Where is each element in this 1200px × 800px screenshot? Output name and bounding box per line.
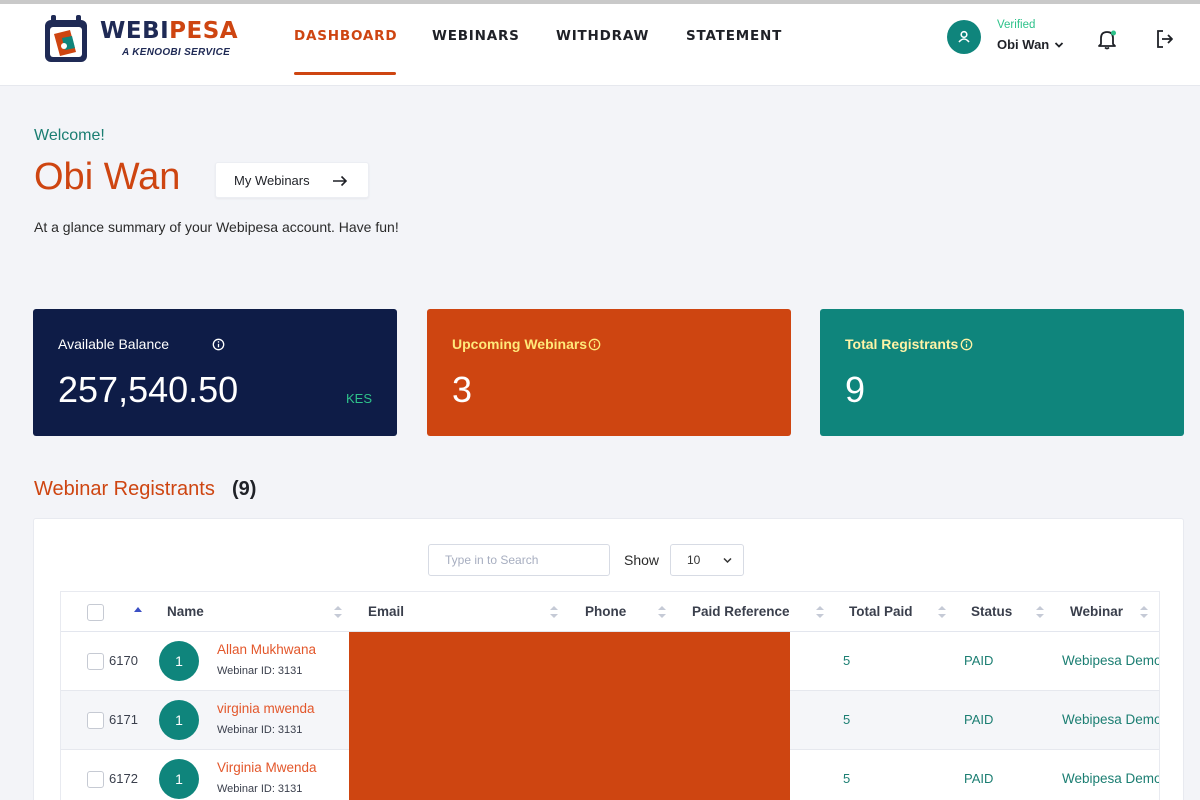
row-id: 6171 (109, 712, 138, 727)
sort-icon[interactable] (1035, 604, 1045, 620)
upcoming-webinars-card: Upcoming Webinars 3 (427, 309, 791, 436)
user-avatar[interactable] (947, 20, 981, 54)
status-badge: PAID (964, 712, 994, 727)
sort-icon[interactable] (657, 604, 667, 620)
my-webinars-label: My Webinars (234, 173, 310, 188)
select-all-checkbox[interactable] (87, 604, 104, 621)
chevron-down-icon[interactable] (1054, 41, 1064, 49)
card-title: Total Registrants (845, 336, 959, 352)
row-checkbox[interactable] (87, 771, 104, 788)
registrants-count: (9) (232, 478, 257, 500)
card-title: Upcoming Webinars (452, 336, 588, 352)
account-summary-text: At a glance summary of your Webipesa acc… (34, 219, 399, 235)
column-header-paid-reference[interactable]: Paid Reference (692, 604, 790, 619)
webinar-name[interactable]: Webipesa Demo (1062, 712, 1159, 727)
welcome-label: Welcome! (34, 127, 105, 144)
total-paid: 5 (843, 771, 851, 786)
redaction-block (349, 632, 790, 800)
sort-icon[interactable] (1139, 604, 1149, 620)
sort-icon[interactable] (937, 604, 947, 620)
available-balance-card: Available Balance 257,540.50 KES (33, 309, 397, 436)
webinar-id: Webinar ID: 3131 (217, 724, 303, 736)
sort-asc-icon[interactable] (133, 602, 143, 618)
user-menu-name[interactable]: Obi Wan (997, 37, 1049, 52)
sort-icon[interactable] (549, 604, 559, 620)
brand-wordmark: WEBIPESA (100, 18, 238, 44)
my-webinars-button[interactable]: My Webinars (215, 162, 369, 198)
sort-icon[interactable] (333, 604, 343, 620)
row-id: 6170 (109, 653, 138, 668)
status-badge: PAID (964, 653, 994, 668)
column-header-phone[interactable]: Phone (585, 604, 626, 619)
brand-name-part1: WEBI (100, 18, 170, 44)
registrant-name[interactable]: virginia mwenda (217, 701, 315, 716)
total-paid: 5 (843, 653, 851, 668)
registrant-name[interactable]: Virginia Mwenda (217, 760, 317, 775)
webinar-name[interactable]: Webipesa Demo (1062, 653, 1159, 668)
active-nav-indicator (294, 72, 396, 75)
row-id: 6172 (109, 771, 138, 786)
row-checkbox[interactable] (87, 653, 104, 670)
total-registrants-card: Total Registrants 9 (820, 309, 1184, 436)
nav-withdraw[interactable]: WITHDRAW (556, 28, 649, 44)
logout-icon[interactable] (1154, 28, 1176, 50)
search-input[interactable] (428, 544, 610, 576)
show-label: Show (624, 552, 660, 568)
section-title: Webinar Registrants (34, 478, 215, 500)
row-checkbox[interactable] (87, 712, 104, 729)
total-paid: 5 (843, 712, 851, 727)
brand-logo[interactable]: WEBIPESA A KENOOBI SERVICE (42, 12, 242, 68)
page-size-select[interactable]: 10 (670, 544, 744, 576)
card-title: Available Balance (58, 336, 170, 352)
column-header-status[interactable]: Status (971, 604, 1012, 619)
sort-icon[interactable] (815, 604, 825, 620)
info-icon[interactable] (588, 338, 601, 351)
arrow-right-icon (333, 175, 348, 187)
avatar: 1 (159, 641, 199, 681)
card-value: 9 (845, 369, 866, 410)
user-icon (958, 30, 970, 43)
page-title: Obi Wan (34, 156, 181, 198)
card-value: 3 (452, 369, 473, 410)
column-header-name[interactable]: Name (167, 604, 204, 619)
webinar-name[interactable]: Webipesa Demo (1062, 771, 1159, 786)
user-verified-status: Verified (997, 19, 1036, 31)
registrant-name[interactable]: Allan Mukhwana (217, 642, 316, 657)
chevron-down-icon (723, 557, 732, 564)
brand-name-part2: PESA (169, 18, 239, 44)
column-header-total-paid[interactable]: Total Paid (849, 604, 913, 619)
card-value: 257,540.50 (58, 369, 239, 410)
column-header-webinar[interactable]: Webinar (1070, 604, 1123, 619)
info-icon[interactable] (960, 338, 973, 351)
logo-icon (45, 15, 87, 62)
column-header-email[interactable]: Email (368, 604, 404, 619)
webinar-id: Webinar ID: 3131 (217, 665, 303, 677)
page-size-value: 10 (687, 553, 701, 567)
nav-statement[interactable]: STATEMENT (686, 28, 782, 44)
nav-webinars[interactable]: WEBINARS (432, 28, 520, 44)
avatar: 1 (159, 759, 199, 799)
bell-icon[interactable] (1096, 28, 1118, 50)
info-icon[interactable] (212, 338, 225, 351)
nav-dashboard[interactable]: DASHBOARD (294, 28, 397, 44)
status-badge: PAID (964, 771, 994, 786)
webinar-id: Webinar ID: 3131 (217, 783, 303, 795)
avatar: 1 (159, 700, 199, 740)
currency-label: KES (346, 391, 373, 406)
top-navbar: WEBIPESA A KENOOBI SERVICE DASHBOARD WEB… (0, 4, 1200, 86)
table-header: Name Email Phone Paid Reference Total Pa… (61, 591, 1159, 632)
brand-tagline: A KENOOBI SERVICE (122, 47, 231, 58)
